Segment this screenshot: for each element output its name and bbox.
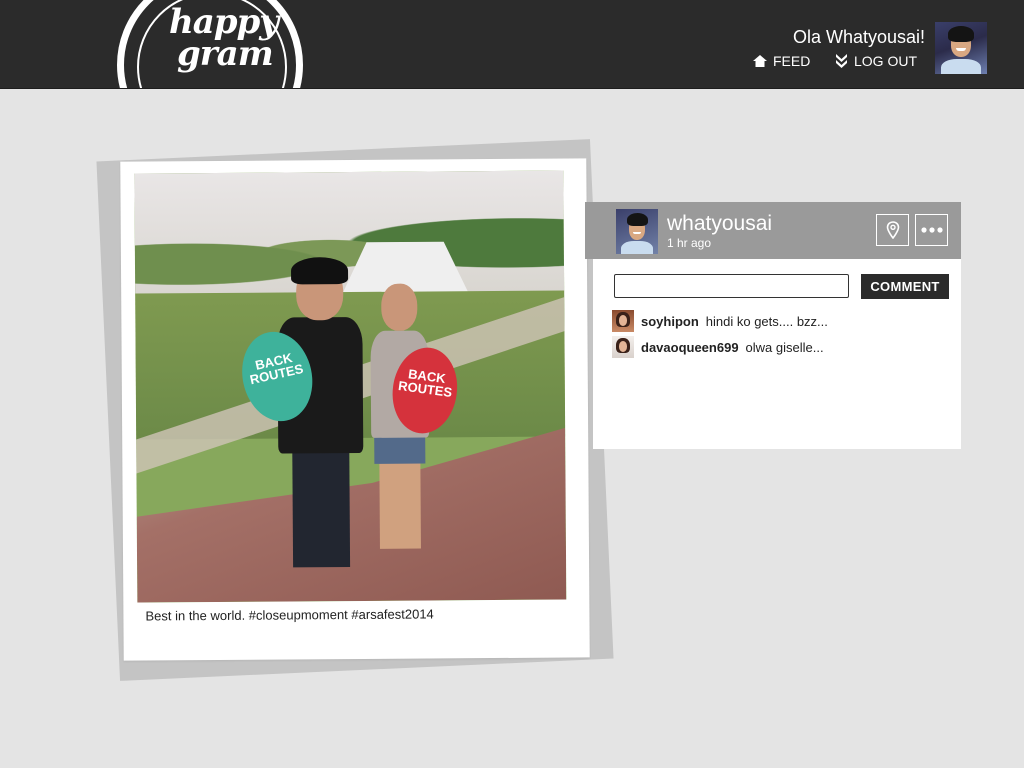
post-author-header: whatyousai 1 hr ago	[585, 202, 961, 259]
location-pin-icon	[886, 221, 899, 239]
home-icon	[753, 55, 767, 67]
post-timestamp: 1 hr ago	[667, 236, 712, 250]
commenter-username[interactable]: davaoqueen699	[641, 340, 739, 355]
comment-item: davaoqueen699 olwa giselle...	[612, 336, 824, 358]
greeting-text: Ola Whatyousai!	[792, 27, 925, 47]
feed-link[interactable]: FEED	[753, 53, 810, 69]
comment-text: hindi ko gets.... bzz...	[705, 313, 828, 329]
comment-text: olwa giselle...	[745, 339, 824, 355]
comment-input[interactable]	[614, 274, 849, 298]
author-avatar[interactable]	[616, 209, 658, 254]
happygram-logo[interactable]: happy gram	[117, 0, 303, 88]
top-bar: happy gram Ola Whatyousai! FEED LOG OUT	[0, 0, 1024, 89]
location-button[interactable]	[876, 214, 909, 246]
comment-item: soyhipon hindi ko gets.... bzz...	[612, 310, 828, 332]
logo-word-gram: gram	[177, 34, 274, 74]
logout-link-label: LOG OUT	[854, 53, 918, 69]
logout-link[interactable]: LOG OUT	[835, 53, 917, 69]
feed-link-label: FEED	[773, 53, 811, 69]
commenter-avatar[interactable]	[612, 310, 634, 332]
more-dots-icon	[920, 227, 943, 233]
comments-panel: COMMENT soyhipon hindi ko gets.... bzz..…	[593, 259, 961, 449]
post-caption: Best in the world. #closeupmoment #arsaf…	[145, 606, 434, 624]
post-photo[interactable]: BACK ROUTES BACK ROUTES	[134, 170, 567, 603]
chevron-down-icon	[836, 53, 847, 68]
author-username[interactable]: whatyousai	[667, 212, 772, 236]
commenter-avatar[interactable]	[612, 336, 634, 358]
commenter-username[interactable]: soyhipon	[641, 314, 699, 329]
more-options-button[interactable]	[915, 214, 948, 246]
user-avatar[interactable]	[935, 22, 987, 74]
polaroid-card: BACK ROUTES BACK ROUTES Best in the worl…	[120, 158, 590, 661]
comment-button[interactable]: COMMENT	[861, 274, 949, 299]
